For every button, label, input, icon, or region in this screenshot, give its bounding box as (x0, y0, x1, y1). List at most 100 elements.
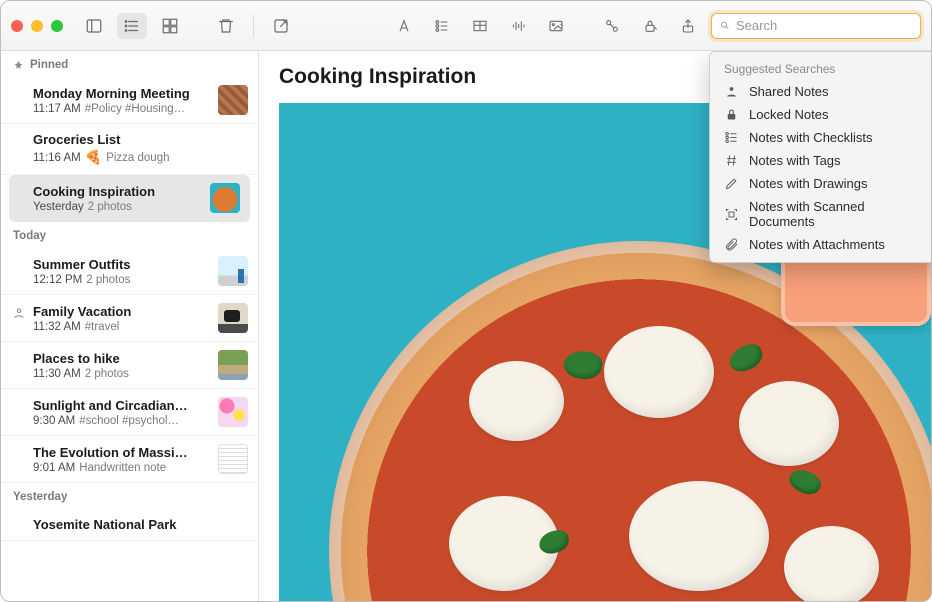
note-meta: 2 photos (88, 201, 132, 213)
gallery-view-button[interactable] (155, 13, 185, 39)
suggested-searches-dropdown: Suggested Searches Shared Notes Locked N… (709, 51, 931, 263)
toolbar (1, 1, 931, 51)
shared-icon (12, 306, 26, 320)
note-title-text: Groceries List (33, 132, 248, 147)
note-row-sunlight-circadian[interactable]: Sunlight and Circadian… 9:30 AM #school … (1, 389, 258, 436)
note-row-monday-meeting[interactable]: Monday Morning Meeting 11:17 AM #Policy … (1, 77, 258, 124)
checklist-button[interactable] (427, 13, 457, 39)
note-time: Yesterday (33, 201, 84, 213)
content-area: Pinned Monday Morning Meeting 11:17 AM #… (1, 51, 931, 601)
suggested-tags[interactable]: Notes with Tags (710, 149, 931, 172)
note-row-yosemite[interactable]: Yosemite National Park (1, 509, 258, 541)
audio-button[interactable] (503, 13, 533, 39)
note-title-text: Family Vacation (33, 304, 210, 319)
note-time: 12:12 PM (33, 274, 82, 286)
suggested-label: Notes with Tags (749, 153, 841, 168)
note-time: 11:32 AM (33, 321, 81, 333)
note-meta: Handwritten note (79, 462, 166, 474)
note-thumb (210, 183, 240, 213)
note-time: 11:16 AM (33, 152, 81, 164)
scan-icon (724, 207, 739, 222)
pin-icon (13, 60, 24, 71)
note-thumb (218, 303, 248, 333)
note-time: 9:30 AM (33, 415, 75, 427)
note-title-text: Sunlight and Circadian… (33, 398, 210, 413)
note-time: 11:30 AM (33, 368, 81, 380)
fullscreen-window-button[interactable] (51, 20, 63, 32)
delete-note-button[interactable] (211, 13, 241, 39)
suggested-checklists[interactable]: Notes with Checklists (710, 126, 931, 149)
note-time: 11:17 AM (33, 103, 81, 115)
today-label: Today (13, 230, 46, 242)
suggested-label: Notes with Attachments (749, 237, 885, 252)
pinned-section-header: Pinned (1, 51, 258, 77)
note-thumb (218, 350, 248, 380)
suggested-header: Suggested Searches (710, 58, 931, 80)
note-title-text: Cooking Inspiration (33, 184, 202, 199)
note-title-text: The Evolution of Massi… (33, 445, 210, 460)
format-text-button[interactable] (389, 13, 419, 39)
note-meta: #travel (85, 321, 120, 333)
lock-icon (724, 107, 739, 122)
yesterday-label: Yesterday (13, 491, 67, 503)
suggested-shared-notes[interactable]: Shared Notes (710, 80, 931, 103)
media-button[interactable] (541, 13, 571, 39)
table-button[interactable] (465, 13, 495, 39)
search-icon (720, 19, 730, 32)
suggested-drawings[interactable]: Notes with Drawings (710, 172, 931, 195)
lock-button[interactable] (635, 13, 665, 39)
note-row-places-to-hike[interactable]: Places to hike 11:30 AM 2 photos (1, 342, 258, 389)
note-meta: #Policy #Housing… (85, 103, 185, 115)
note-row-evolution-massive[interactable]: The Evolution of Massi… 9:01 AM Handwrit… (1, 436, 258, 483)
link-note-button[interactable] (597, 13, 627, 39)
yesterday-section-header: Yesterday (1, 483, 258, 509)
suggested-scanned[interactable]: Notes with Scanned Documents (710, 195, 931, 233)
note-meta: 2 photos (86, 274, 130, 286)
paperclip-icon (724, 237, 739, 252)
search-container (711, 13, 921, 39)
suggested-locked-notes[interactable]: Locked Notes (710, 103, 931, 126)
pizza-emoji-icon: 🍕 (85, 149, 102, 166)
suggested-label: Notes with Checklists (749, 130, 873, 145)
today-section-header: Today (1, 222, 258, 248)
pinned-label: Pinned (30, 59, 68, 71)
checklist-icon (724, 130, 739, 145)
app-window: Pinned Monday Morning Meeting 11:17 AM #… (0, 0, 932, 602)
toggle-sidebar-button[interactable] (79, 13, 109, 39)
new-note-button[interactable] (266, 13, 296, 39)
suggested-label: Shared Notes (749, 84, 829, 99)
list-view-button[interactable] (117, 13, 147, 39)
toolbar-separator (253, 15, 254, 37)
search-field[interactable] (711, 13, 921, 39)
note-meta: Pizza dough (106, 152, 169, 164)
suggested-attachments[interactable]: Notes with Attachments (710, 233, 931, 256)
note-row-summer-outfits[interactable]: Summer Outfits 12:12 PM 2 photos (1, 248, 258, 295)
note-title-text: Monday Morning Meeting (33, 86, 210, 101)
note-meta: #school #psychol… (79, 415, 179, 427)
notes-sidebar[interactable]: Pinned Monday Morning Meeting 11:17 AM #… (1, 51, 259, 601)
note-thumb (218, 397, 248, 427)
share-button[interactable] (673, 13, 703, 39)
suggested-label: Locked Notes (749, 107, 829, 122)
note-title-text: Summer Outfits (33, 257, 210, 272)
search-input[interactable] (736, 18, 912, 33)
minimize-window-button[interactable] (31, 20, 43, 32)
note-title-text: Yosemite National Park (33, 517, 248, 532)
window-controls (11, 20, 63, 32)
note-row-cooking[interactable]: Cooking Inspiration Yesterday 2 photos (9, 175, 250, 222)
close-window-button[interactable] (11, 20, 23, 32)
note-thumb (218, 256, 248, 286)
suggested-label: Notes with Drawings (749, 176, 868, 191)
note-editor[interactable]: Cooking Inspiration (259, 51, 931, 601)
note-row-groceries[interactable]: Groceries List 11:16 AM 🍕 Pizza dough (1, 124, 258, 175)
suggested-label: Notes with Scanned Documents (749, 199, 930, 229)
note-meta: 2 photos (85, 368, 129, 380)
note-thumb (218, 444, 248, 474)
note-row-family-vacation[interactable]: Family Vacation 11:32 AM #travel (1, 295, 258, 342)
note-thumb (218, 85, 248, 115)
hash-icon (724, 153, 739, 168)
people-icon (724, 84, 739, 99)
note-time: 9:01 AM (33, 462, 75, 474)
pencil-icon (724, 176, 739, 191)
note-title-text: Places to hike (33, 351, 210, 366)
